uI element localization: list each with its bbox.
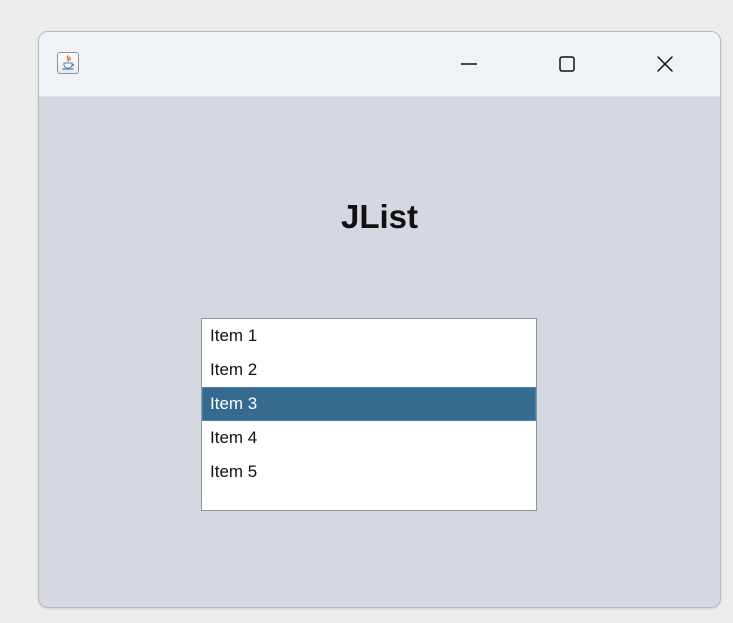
list-item-2[interactable]: Item 2 bbox=[202, 353, 536, 387]
content-area: JList Item 1 Item 2 Item 3 Item 4 Item 5 bbox=[39, 97, 720, 607]
maximize-button[interactable] bbox=[521, 32, 613, 96]
desktop-screen: JList Item 1 Item 2 Item 3 Item 4 Item 5 bbox=[0, 0, 733, 623]
list-item-3[interactable]: Item 3 bbox=[202, 387, 536, 421]
maximize-icon bbox=[559, 56, 575, 72]
list-item-5[interactable]: Item 5 bbox=[202, 455, 536, 489]
application-window: JList Item 1 Item 2 Item 3 Item 4 Item 5 bbox=[38, 31, 721, 608]
minimize-icon bbox=[461, 63, 477, 65]
list-item-1[interactable]: Item 1 bbox=[202, 319, 536, 353]
close-icon bbox=[657, 56, 673, 72]
java-icon[interactable] bbox=[57, 52, 79, 74]
minimize-button[interactable] bbox=[423, 32, 515, 96]
title-bar[interactable] bbox=[39, 32, 720, 97]
list-item-4[interactable]: Item 4 bbox=[202, 421, 536, 455]
page-title: JList bbox=[340, 198, 419, 235]
close-button[interactable] bbox=[619, 32, 711, 96]
item-list[interactable]: Item 1 Item 2 Item 3 Item 4 Item 5 bbox=[201, 318, 537, 511]
